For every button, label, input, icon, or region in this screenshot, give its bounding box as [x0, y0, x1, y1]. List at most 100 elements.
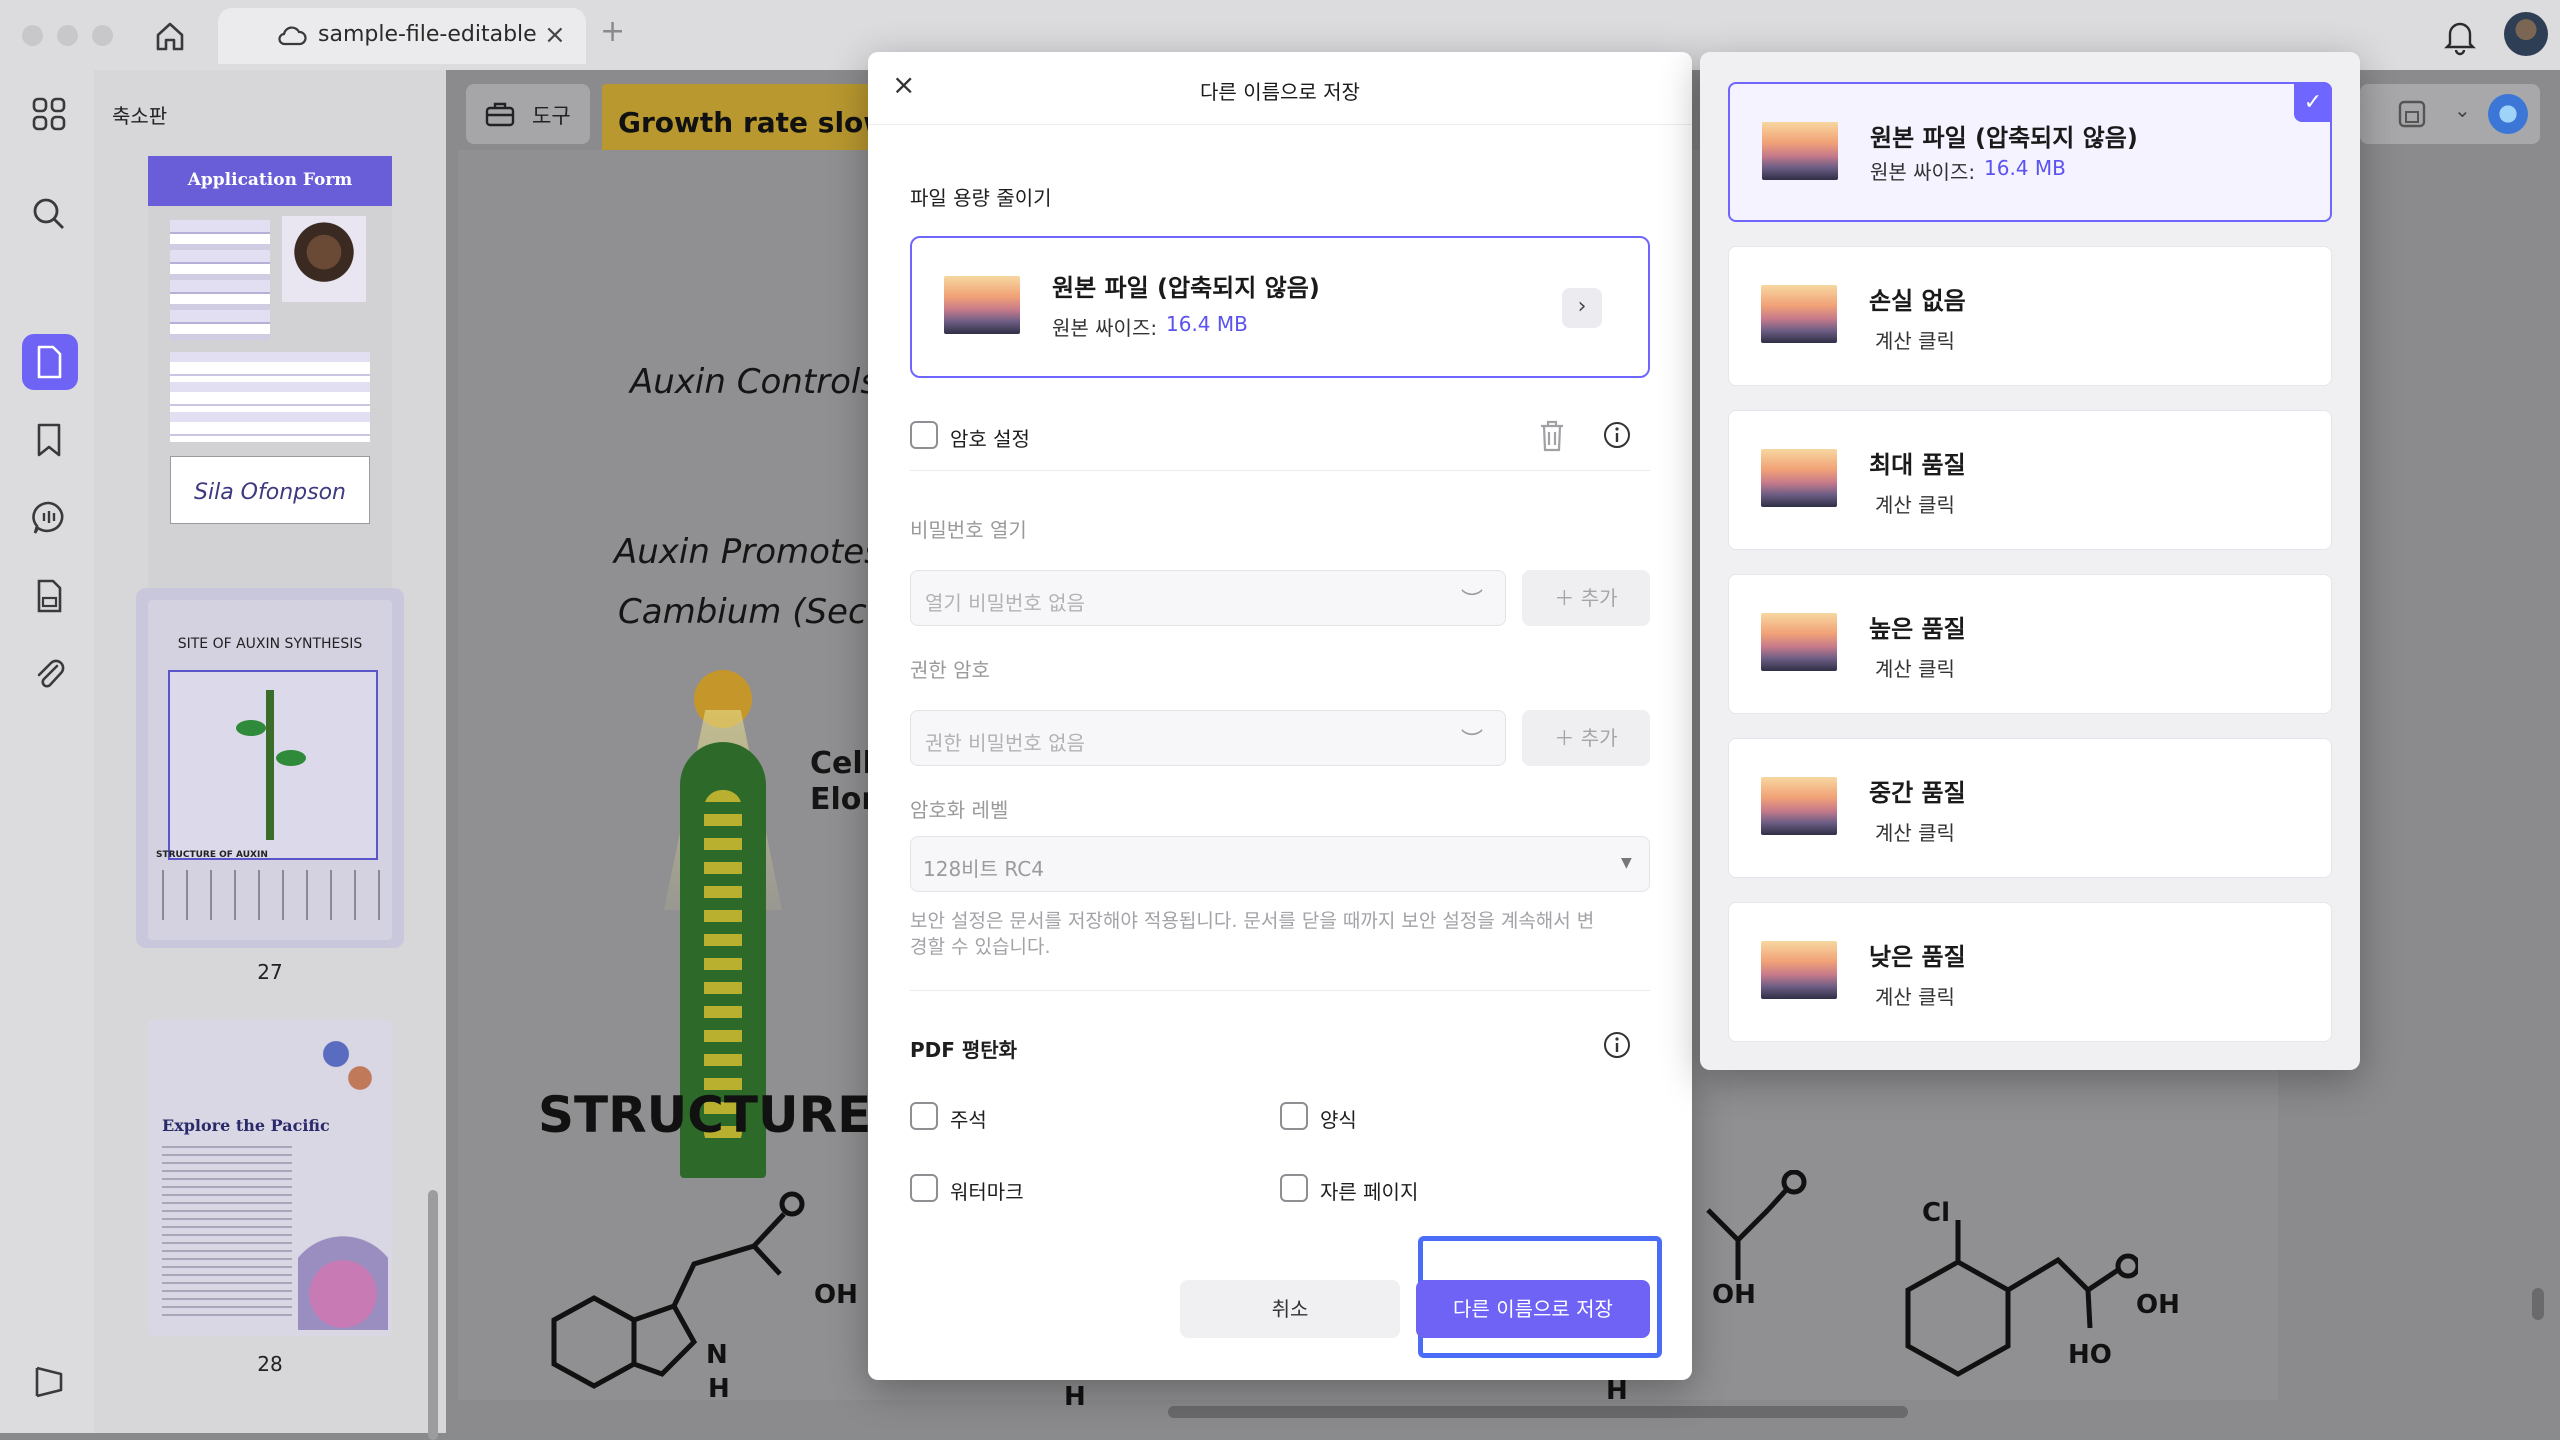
trash-icon[interactable]	[1536, 418, 1568, 454]
info-icon[interactable]	[1602, 420, 1632, 450]
chevron-right-icon[interactable]: ›	[1562, 288, 1602, 328]
flatten-cropped-label: 자른 페이지	[1320, 1180, 1419, 1204]
flatten-watermark-checkbox[interactable]	[910, 1174, 938, 1202]
option-calc-label[interactable]: 계산 클릭	[1875, 817, 1955, 846]
encryption-level-select[interactable]: 128비트 RC4 ▼	[910, 836, 1650, 892]
bell-icon[interactable]	[2442, 16, 2478, 56]
add-label: 추가	[1580, 726, 1618, 750]
flatten-forms-checkbox[interactable]	[1280, 1102, 1308, 1130]
cancel-label: 취소	[1271, 1297, 1309, 1321]
password-checkbox[interactable]	[910, 421, 938, 449]
compression-thumbnail	[1761, 285, 1837, 343]
cancel-button[interactable]: 취소	[1180, 1280, 1400, 1338]
selected-option-title: 원본 파일 (압축되지 않음)	[1052, 274, 1320, 302]
permission-password-field[interactable]: 권한 비밀번호 없음 ︶	[910, 710, 1506, 766]
option-calc-label[interactable]: 계산 클릭	[1875, 981, 1955, 1010]
growth-banner-text: Growth rate slows	[618, 106, 906, 139]
tools-button[interactable]: 도구	[466, 84, 590, 144]
search-icon[interactable]	[27, 192, 71, 236]
compression-thumbnail	[1761, 613, 1837, 671]
option-size-label: 원본 싸이즈:	[1870, 160, 1982, 184]
option-title: 최대 품질	[1869, 451, 1966, 479]
password-label: 암호 설정	[950, 427, 1030, 451]
eye-closed-icon[interactable]: ︶	[1461, 723, 1483, 755]
form-fields-lower	[170, 352, 370, 442]
document-tab[interactable]: sample-file-editable ×	[218, 8, 586, 64]
page-thumbnail-icon[interactable]	[27, 340, 71, 384]
home-icon[interactable]	[150, 16, 190, 56]
option-size-value: 16.4 MB	[1984, 156, 2066, 180]
chem-oh-1: OH	[814, 1280, 858, 1310]
doc-side-2: Elor	[810, 782, 877, 817]
thumbnail-scrollbar[interactable]	[428, 1190, 438, 1440]
compression-option-original[interactable]: 원본 파일 (압축되지 않음) 원본 싸이즈: 16.4 MB ✓	[1728, 82, 2332, 222]
molecules-row	[162, 870, 382, 920]
window-close-control[interactable]	[22, 25, 43, 46]
eye-closed-icon[interactable]: ︶	[1461, 583, 1483, 615]
leaf-left	[236, 720, 266, 736]
info-icon[interactable]	[1602, 1030, 1632, 1060]
profile-photo	[282, 216, 366, 302]
reduce-section-label: 파일 용량 줄이기	[910, 186, 1052, 210]
open-password-label: 비밀번호 열기	[910, 518, 1027, 542]
selected-compression-card[interactable]: 원본 파일 (압축되지 않음) 원본 싸이즈: 16.4 MB ›	[910, 236, 1650, 378]
checkmark-icon: ✓	[2294, 84, 2332, 122]
permission-password-add-button[interactable]: ＋ 추가	[1522, 710, 1650, 766]
compression-option-lossless[interactable]: 손실 없음 계산 클릭	[1728, 246, 2332, 386]
chlorophenyl-structure	[1878, 1200, 2141, 1400]
chem-h-1: H	[708, 1374, 730, 1404]
thumbnail-page-28[interactable]: Explore the Pacific	[148, 1020, 392, 1336]
page-number-27: 27	[257, 960, 283, 984]
password-divider	[910, 470, 1650, 471]
growth-banner: Growth rate slows	[602, 84, 906, 158]
doc-vertical-scrollbar[interactable]	[2532, 1288, 2544, 1320]
grid-icon[interactable]	[27, 92, 71, 136]
save-as-button[interactable]: 다른 이름으로 저장	[1416, 1280, 1650, 1338]
thumbnail-page-26[interactable]: Application Form Sila Ofonpson	[148, 156, 392, 590]
compression-thumbnail	[1761, 449, 1837, 507]
compression-option-high-quality[interactable]: 높은 품질 계산 클릭	[1728, 574, 2332, 714]
form-icon[interactable]	[27, 574, 71, 618]
page-28-title: Explore the Pacific	[162, 1116, 330, 1135]
tab-close-icon[interactable]: ×	[544, 20, 566, 50]
option-calc-label[interactable]: 계산 클릭	[1875, 325, 1955, 354]
attachment-icon[interactable]	[27, 652, 71, 696]
encryption-level-label: 암호화 레벨	[910, 798, 1009, 822]
compression-option-low-quality[interactable]: 낮은 품질 계산 클릭	[1728, 902, 2332, 1042]
compression-option-medium-quality[interactable]: 중간 품질 계산 클릭	[1728, 738, 2332, 878]
page-27-subtitle: STRUCTURE OF AUXIN	[156, 850, 268, 860]
permission-password-placeholder: 권한 비밀번호 없음	[925, 731, 1085, 755]
flatten-forms-label: 양식	[1320, 1108, 1357, 1132]
flatten-annotations-checkbox[interactable]	[910, 1102, 938, 1130]
open-password-add-button[interactable]: ＋ 추가	[1522, 570, 1650, 626]
page-number-28: 28	[257, 1352, 283, 1376]
option-calc-label[interactable]: 계산 클릭	[1875, 489, 1955, 518]
option-title: 높은 품질	[1869, 615, 1966, 643]
save-icon[interactable]	[2396, 98, 2428, 130]
new-tab-icon[interactable]: +	[600, 14, 625, 49]
sidebar-toggle-icon[interactable]	[27, 1360, 71, 1404]
chevron-down-icon[interactable]: ⌄	[2454, 98, 2471, 122]
option-title: 손실 없음	[1869, 287, 1966, 315]
thumbnail-panel-title: 축소판	[112, 104, 168, 128]
compression-thumbnail	[944, 276, 1020, 334]
ai-assistant-icon[interactable]	[2488, 94, 2528, 134]
compression-options-popup: 원본 파일 (압축되지 않음) 원본 싸이즈: 16.4 MB ✓ 손실 없음 …	[1700, 52, 2360, 1070]
window-zoom-control[interactable]	[92, 25, 113, 46]
window-minimize-control[interactable]	[57, 25, 78, 46]
avatar[interactable]	[2504, 12, 2548, 56]
chem-ho: HO	[2068, 1340, 2112, 1370]
compression-option-max-quality[interactable]: 최대 품질 계산 클릭	[1728, 410, 2332, 550]
coral-image	[298, 1210, 388, 1330]
comment-icon[interactable]	[27, 496, 71, 540]
text-lines	[162, 1146, 292, 1316]
open-password-field[interactable]: 열기 비밀번호 없음 ︶	[910, 570, 1506, 626]
option-calc-label[interactable]: 계산 클릭	[1875, 653, 1955, 682]
dropdown-arrow-icon: ▼	[1621, 855, 1632, 871]
flatten-cropped-checkbox[interactable]	[1280, 1174, 1308, 1202]
doc-horizontal-scrollbar[interactable]	[1168, 1406, 1908, 1418]
flatten-watermark-label: 워터마크	[950, 1180, 1024, 1204]
thumbnail-page-27[interactable]: SITE OF AUXIN SYNTHESIS STRUCTURE OF AUX…	[148, 600, 392, 940]
bookmark-icon[interactable]	[27, 418, 71, 462]
chem-n: N	[706, 1340, 728, 1370]
